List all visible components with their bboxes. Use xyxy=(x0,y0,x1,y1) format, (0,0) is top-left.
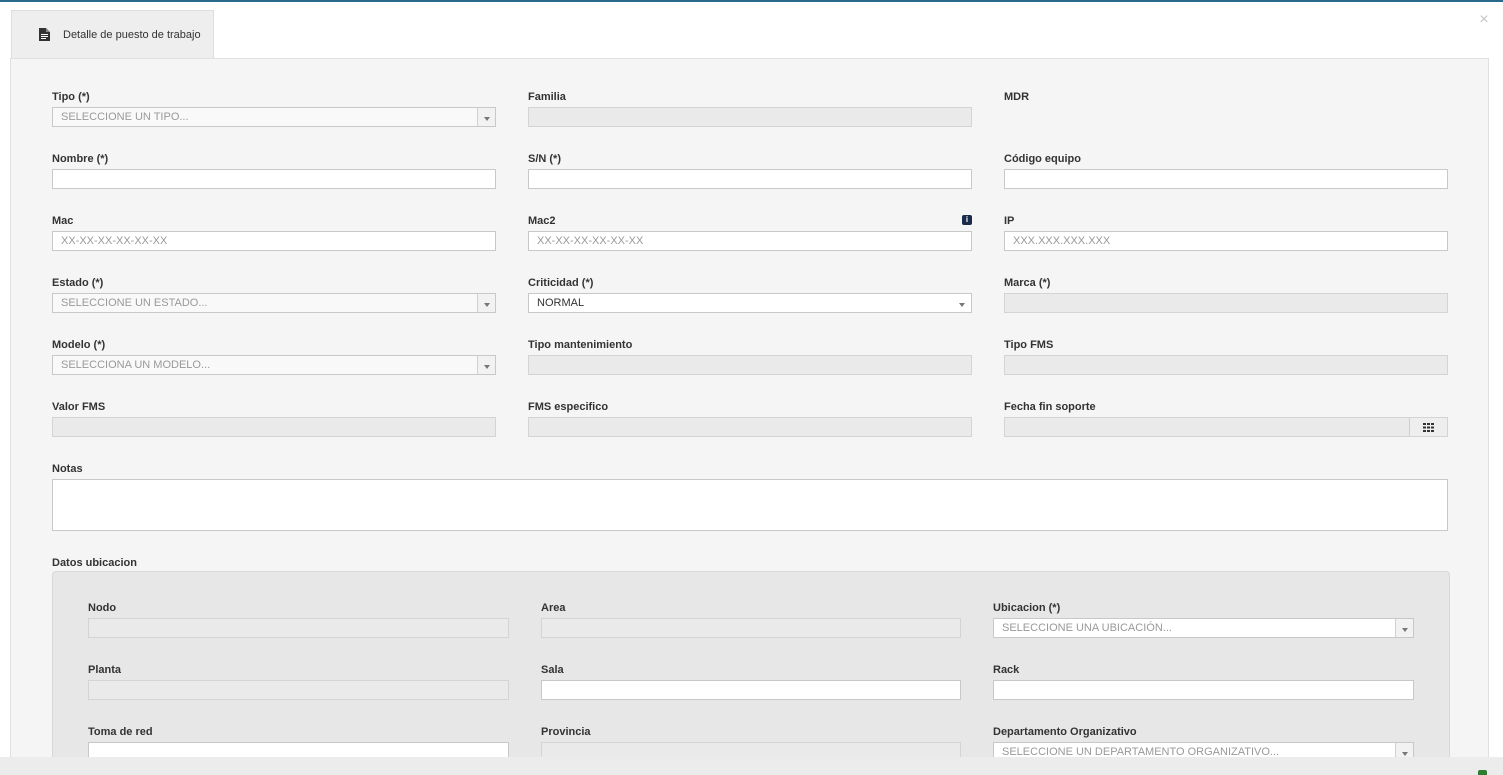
field-nodo: Nodo xyxy=(88,602,509,638)
field-marca: Marca (*) xyxy=(1004,277,1448,313)
field-criticidad: Criticidad (*) NORMAL xyxy=(528,277,972,313)
field-modelo: Modelo (*) SELECCIONA UN MODELO... xyxy=(52,339,496,375)
marca-input xyxy=(1004,293,1448,313)
field-ip: IP XXX.XXX.XXX.XXX xyxy=(1004,215,1448,251)
modelo-select[interactable]: SELECCIONA UN MODELO... xyxy=(52,355,496,375)
label-toma-red: Toma de red xyxy=(88,726,153,738)
tab-detalle-puesto[interactable]: Detalle de puesto de trabajo xyxy=(11,10,214,58)
mac-input[interactable]: XX-XX-XX-XX-XX-XX xyxy=(52,231,496,251)
label-mac2: Mac2 xyxy=(528,215,556,227)
field-sala: Sala xyxy=(541,664,961,700)
label-tipo-mantenimiento: Tipo mantenimiento xyxy=(528,339,633,351)
valor-fms-input xyxy=(52,417,496,437)
field-rack: Rack xyxy=(993,664,1414,700)
label-provincia: Provincia xyxy=(541,726,591,738)
label-tipo: Tipo (*) xyxy=(52,91,90,103)
field-nombre: Nombre (*) xyxy=(52,153,496,189)
label-mdr: MDR xyxy=(1004,91,1030,103)
label-valor-fms: Valor FMS xyxy=(52,401,106,413)
nombre-input[interactable] xyxy=(52,169,496,189)
label-fms-especifico: FMS especifico xyxy=(528,401,609,413)
label-marca: Marca (*) xyxy=(1004,277,1051,289)
sn-input[interactable] xyxy=(528,169,972,189)
tipo-select[interactable]: SELECCIONE UN TIPO... xyxy=(52,107,496,127)
chevron-down-icon[interactable] xyxy=(477,356,495,374)
ubicacion-section: Nodo Area Ubicacion (*) SELECCIONE UNA U… xyxy=(52,571,1450,763)
label-nodo: Nodo xyxy=(88,602,117,614)
criticidad-value: NORMAL xyxy=(537,297,585,309)
status-indicator xyxy=(1478,770,1487,775)
field-familia: Familia xyxy=(528,91,972,127)
tab-label: Detalle de puesto de trabajo xyxy=(63,28,201,41)
field-notas: Notas xyxy=(52,463,1448,531)
field-tipo-fms: Tipo FMS xyxy=(1004,339,1448,375)
label-sn: S/N (*) xyxy=(528,153,561,165)
label-mac: Mac xyxy=(52,215,74,227)
label-codigo-equipo: Código equipo xyxy=(1004,153,1081,165)
label-ip: IP xyxy=(1004,215,1015,227)
detail-panel: Tipo (*) SELECCIONE UN TIPO... Familia M… xyxy=(10,58,1489,763)
label-departamento: Departamento Organizativo xyxy=(993,726,1137,738)
label-sala: Sala xyxy=(541,664,564,676)
nodo-input xyxy=(88,618,509,638)
chevron-down-icon[interactable] xyxy=(477,108,495,126)
estado-placeholder: SELECCIONE UN ESTADO... xyxy=(61,297,208,309)
chevron-down-icon[interactable] xyxy=(953,294,971,312)
field-tipo: Tipo (*) SELECCIONE UN TIPO... xyxy=(52,91,496,127)
chevron-down-icon[interactable] xyxy=(477,294,495,312)
area-input xyxy=(541,618,961,638)
sala-input[interactable] xyxy=(541,680,961,700)
tipo-mantenimiento-input xyxy=(528,355,972,375)
field-sn: S/N (*) xyxy=(528,153,972,189)
label-tipo-fms: Tipo FMS xyxy=(1004,339,1054,351)
codigo-equipo-input[interactable] xyxy=(1004,169,1448,189)
label-ubicacion: Ubicacion (*) xyxy=(993,602,1061,614)
label-planta: Planta xyxy=(88,664,122,676)
rack-input[interactable] xyxy=(993,680,1414,700)
label-fecha-fin-soporte: Fecha fin soporte xyxy=(1004,401,1096,413)
field-planta: Planta xyxy=(88,664,509,700)
section-title-ubicacion: Datos ubicacion xyxy=(52,557,137,569)
top-accent-line xyxy=(0,0,1503,2)
label-familia: Familia xyxy=(528,91,566,103)
ip-input[interactable]: XXX.XXX.XXX.XXX xyxy=(1004,231,1448,251)
label-modelo: Modelo (*) xyxy=(52,339,106,351)
document-icon xyxy=(39,28,50,41)
field-mac2: Mac2 i XX-XX-XX-XX-XX-XX xyxy=(528,215,972,251)
info-icon[interactable]: i xyxy=(962,215,972,225)
ubicacion-select[interactable]: SELECCIONE UNA UBICACIÓN... xyxy=(993,618,1414,638)
chevron-down-icon[interactable] xyxy=(1395,619,1413,637)
field-mdr: MDR xyxy=(1004,91,1448,107)
ubicacion-placeholder: SELECCIONE UNA UBICACIÓN... xyxy=(1002,622,1172,634)
field-codigo-equipo: Código equipo xyxy=(1004,153,1448,189)
tipo-placeholder: SELECCIONE UN TIPO... xyxy=(61,111,189,123)
field-mac: Mac XX-XX-XX-XX-XX-XX xyxy=(52,215,496,251)
label-nombre: Nombre (*) xyxy=(52,153,109,165)
modelo-placeholder: SELECCIONA UN MODELO... xyxy=(61,359,211,371)
estado-select[interactable]: SELECCIONE UN ESTADO... xyxy=(52,293,496,313)
calendar-grid-icon[interactable] xyxy=(1409,418,1447,436)
field-tipo-mantenimiento: Tipo mantenimiento xyxy=(528,339,972,375)
tipo-fms-input xyxy=(1004,355,1448,375)
fecha-fin-soporte-input[interactable] xyxy=(1004,417,1448,437)
planta-input xyxy=(88,680,509,700)
field-fecha-fin-soporte: Fecha fin soporte xyxy=(1004,401,1448,437)
field-ubicacion: Ubicacion (*) SELECCIONE UNA UBICACIÓN..… xyxy=(993,602,1414,638)
label-notas: Notas xyxy=(52,463,83,475)
field-fms-especifico: FMS especifico xyxy=(528,401,972,437)
close-icon[interactable]: × xyxy=(1476,12,1492,28)
label-criticidad: Criticidad (*) xyxy=(528,277,594,289)
label-rack: Rack xyxy=(993,664,1020,676)
mac2-input[interactable]: XX-XX-XX-XX-XX-XX xyxy=(528,231,972,251)
criticidad-select[interactable]: NORMAL xyxy=(528,293,972,313)
familia-input xyxy=(528,107,972,127)
field-area: Area xyxy=(541,602,961,638)
label-area: Area xyxy=(541,602,566,614)
field-estado: Estado (*) SELECCIONE UN ESTADO... xyxy=(52,277,496,313)
field-valor-fms: Valor FMS xyxy=(52,401,496,437)
notas-textarea[interactable] xyxy=(52,479,1448,531)
bottom-bar xyxy=(0,757,1503,775)
fms-especifico-input xyxy=(528,417,972,437)
label-estado: Estado (*) xyxy=(52,277,104,289)
